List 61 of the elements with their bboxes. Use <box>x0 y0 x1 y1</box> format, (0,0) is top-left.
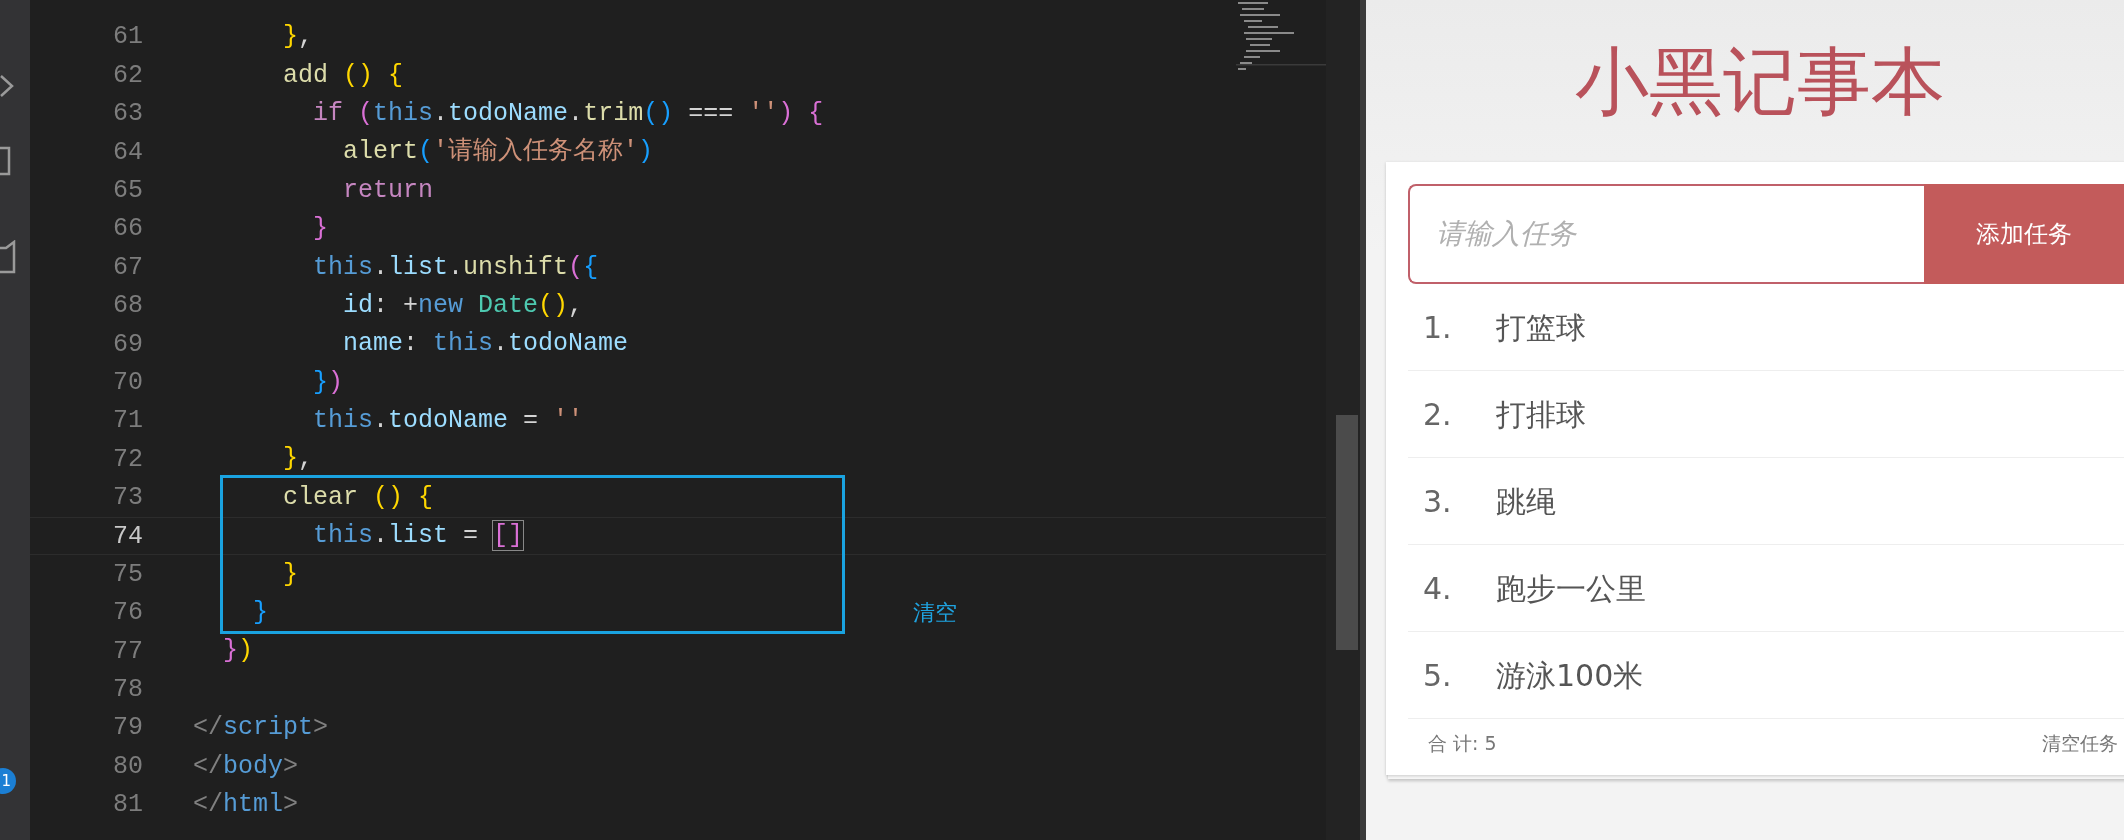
line-number: 69 <box>112 328 144 361</box>
total-count: 合 计: 5 <box>1428 730 1497 756</box>
line-number: 67 <box>112 251 144 284</box>
badge: 1 <box>0 768 16 794</box>
item-number: 2. <box>1423 395 1453 434</box>
task-name: 跑步一公里 <box>1496 569 1646 608</box>
line-number: 75 <box>112 558 144 591</box>
task-name: 跳绳 <box>1496 482 1556 521</box>
document-icon[interactable] <box>0 240 16 274</box>
line-number: 78 <box>112 674 144 707</box>
line-number: 79 <box>112 712 144 745</box>
code-line: }) <box>312 367 344 398</box>
line-number: 70 <box>112 366 144 399</box>
code-line: id: +new Date(), <box>342 290 584 321</box>
line-number: 66 <box>112 213 144 246</box>
line-number: 76 <box>112 597 144 630</box>
task-name: 游泳100米 <box>1496 656 1644 695</box>
code-line: </html> <box>193 790 299 820</box>
code-line: </body> <box>193 751 299 782</box>
code-line: }) <box>222 636 254 667</box>
code-line: alert('请输入任务名称') <box>342 137 654 168</box>
add-task-button[interactable]: 添加任务 <box>1924 184 2124 284</box>
item-number: 1. <box>1423 308 1453 347</box>
line-number: 73 <box>112 482 144 515</box>
clear-tasks-button[interactable]: 清空任务 <box>2042 728 2118 758</box>
code-line: name: this.todoName <box>342 329 629 360</box>
line-number: 68 <box>112 290 144 323</box>
code-line: return <box>342 175 434 206</box>
scrollbar[interactable] <box>1336 415 1358 650</box>
code-line: add () { <box>282 60 404 91</box>
chevron-icon[interactable] <box>0 74 14 98</box>
line-number: 65 <box>112 175 144 207</box>
item-number: 3. <box>1423 482 1453 521</box>
line-number: 61 <box>112 21 144 54</box>
code-line: } <box>252 598 268 629</box>
item-number: 5. <box>1423 656 1453 695</box>
annotation-label: 清空 <box>913 599 957 627</box>
line-number: 80 <box>112 750 144 783</box>
code-line: this.list.unshift({ <box>312 252 599 283</box>
code-line: }, <box>282 22 314 53</box>
line-number: 63 <box>112 98 144 131</box>
line-number: 81 <box>112 789 144 822</box>
line-number: 74 <box>112 520 144 553</box>
code-line: }, <box>282 444 314 475</box>
code-line: clear () { <box>282 482 434 513</box>
item-number: 4. <box>1423 569 1453 608</box>
app-title: 小黑记事本 <box>1574 36 1946 126</box>
task-name: 打排球 <box>1496 395 1586 434</box>
code-line: if (this.todoName.trim() === '') { <box>312 98 824 129</box>
code-line: } <box>312 214 329 245</box>
task-name: 打篮球 <box>1496 308 1586 347</box>
code-line: this.todoName = '' <box>312 406 584 437</box>
line-number: 77 <box>112 635 144 668</box>
line-number: 71 <box>112 405 144 438</box>
line-number: 64 <box>112 136 144 169</box>
task-input-field[interactable]: 请输入任务 <box>1408 184 1924 284</box>
line-number: 72 <box>112 443 144 476</box>
line-number: 62 <box>112 59 144 92</box>
code-line: } <box>282 559 299 590</box>
code-line: this.list = [] <box>312 521 524 552</box>
code-line: </script> <box>193 713 329 744</box>
